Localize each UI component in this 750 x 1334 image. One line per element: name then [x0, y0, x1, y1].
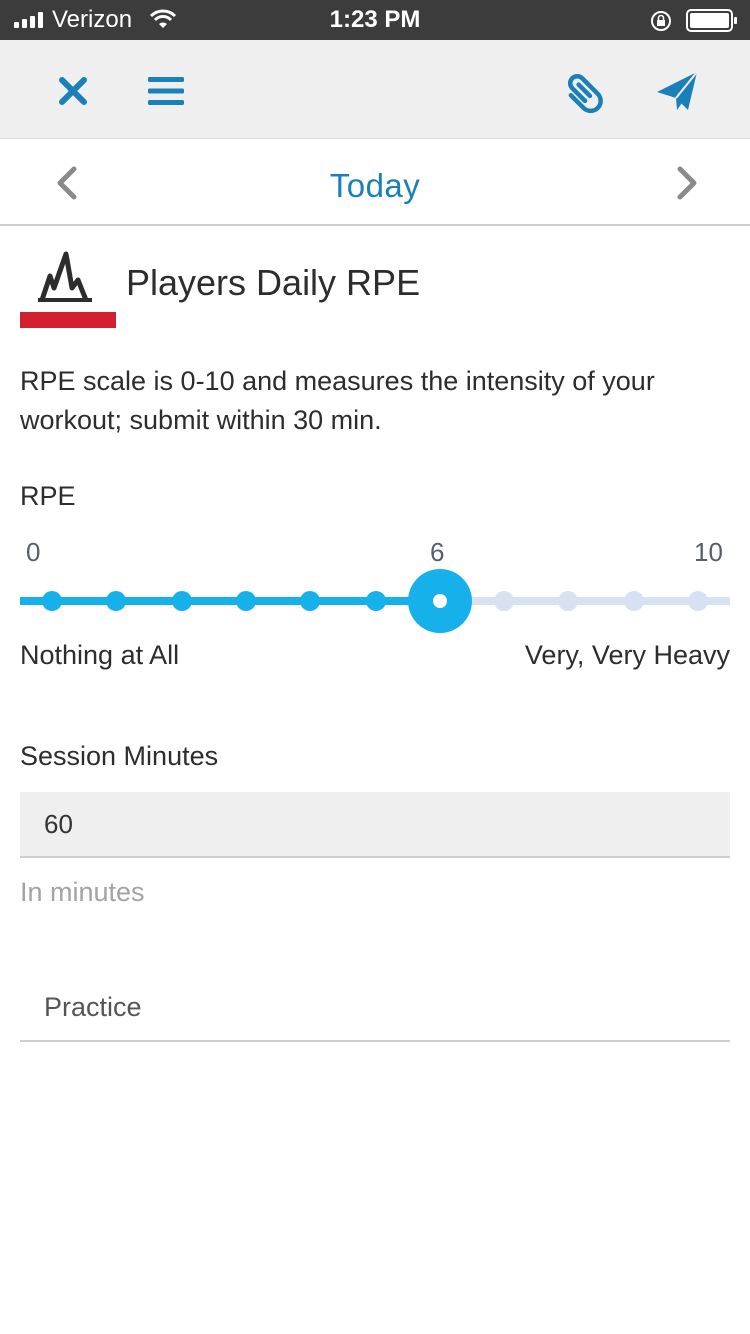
brand-bar [20, 312, 116, 328]
session-minutes-label: Session Minutes [20, 741, 219, 771]
rpe-high-text: Very, Very Heavy [524, 640, 730, 670]
chevron-right-icon [677, 166, 697, 200]
rotation-lock-icon [649, 9, 673, 40]
session-type-value: Practice [44, 992, 142, 1022]
rpe-slider[interactable] [20, 560, 730, 644]
rpe-slider-track [20, 569, 730, 633]
rpe-tick [624, 591, 644, 611]
rpe-slider-thumb-center [433, 594, 447, 608]
toolbar [0, 40, 750, 139]
paperclip-icon [568, 74, 603, 114]
rpe-tick [172, 591, 192, 611]
rpe-tick [688, 591, 708, 611]
form-logo [20, 250, 116, 328]
date-title: Today [329, 167, 421, 204]
rpe-tick [236, 591, 256, 611]
attach-button[interactable] [560, 66, 610, 116]
send-button[interactable] [652, 66, 702, 116]
status-time: 1:23 PM [329, 6, 421, 33]
form-title: Players Daily RPE [126, 262, 421, 303]
next-day-button[interactable] [666, 163, 706, 203]
menu-icon [148, 77, 184, 105]
session-minutes-helper: In minutes [20, 877, 145, 907]
close-button[interactable] [48, 66, 98, 116]
rpe-tick [42, 591, 62, 611]
session-minutes-input[interactable] [20, 792, 730, 858]
rpe-low-text: Nothing at All [20, 640, 180, 670]
rpe-tick [366, 591, 386, 611]
rpe-label: RPE [20, 481, 76, 511]
send-icon [657, 71, 698, 110]
rpe-tick [558, 591, 578, 611]
menu-button[interactable] [141, 66, 191, 116]
rpe-tick [106, 591, 126, 611]
form-description: RPE scale is 0-10 and measures the inten… [20, 366, 655, 435]
rpe-tick [494, 591, 514, 611]
session-type-field[interactable]: Practice [20, 978, 730, 1042]
close-icon [59, 77, 87, 105]
battery-icon [686, 9, 738, 40]
peak-chart-icon [38, 251, 92, 302]
status-bar: Verizon 1:23 PM [0, 0, 750, 40]
rpe-tick [300, 591, 320, 611]
date-navigation: Today [0, 139, 750, 226]
